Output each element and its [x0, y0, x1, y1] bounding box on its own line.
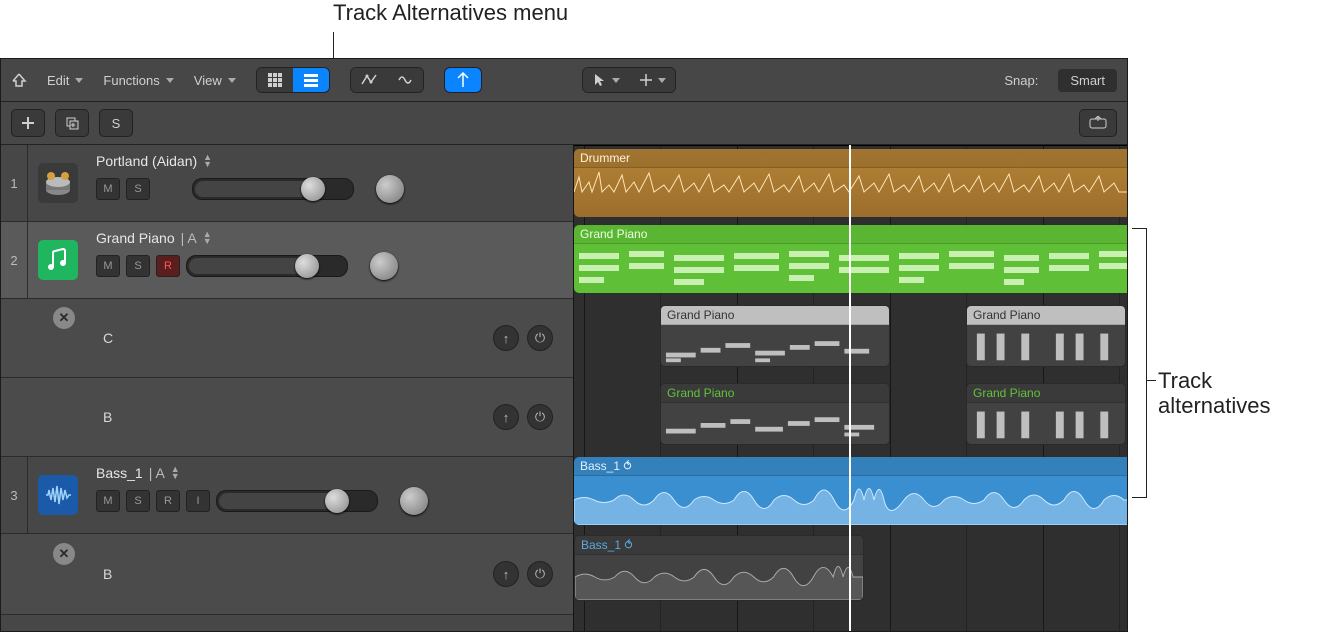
loop-icon: ⥀ — [623, 459, 631, 473]
record-button[interactable]: R — [156, 490, 180, 512]
annotation-bracket — [1132, 228, 1147, 498]
mute-button[interactable]: M — [96, 178, 120, 200]
track-header-1[interactable]: 1 Portland (Aidan) ▲▼ M S — [1, 145, 573, 222]
close-alternatives-button[interactable]: ✕ — [53, 543, 75, 565]
track-number: 2 — [1, 222, 28, 298]
region-title: Grand Piano — [661, 384, 889, 403]
functions-menu[interactable]: Functions — [103, 73, 173, 88]
region-grand-piano-b-1[interactable]: Grand Piano — [660, 383, 890, 445]
updown-icon: ▲▼ — [203, 154, 212, 168]
view-mode-group — [256, 67, 330, 93]
back-button[interactable] — [11, 72, 27, 88]
grid-view-icon[interactable] — [257, 68, 293, 92]
power-alt-button[interactable]: ⏻ — [527, 561, 553, 587]
playhead[interactable] — [849, 145, 851, 632]
edit-menu[interactable]: Edit — [47, 73, 83, 88]
track-alternatives-menu[interactable]: Grand Piano | A ▲▼ — [96, 230, 565, 246]
alt-name: B — [103, 566, 112, 582]
promote-alt-button[interactable]: ↑ — [493, 404, 519, 430]
annotation-top: Track Alternatives menu — [333, 0, 568, 26]
track-alternatives-menu[interactable]: Portland (Aidan) ▲▼ — [96, 153, 565, 169]
power-alt-button[interactable]: ⏻ — [527, 325, 553, 351]
track-alternatives-menu[interactable]: Bass_1 | A ▲▼ — [96, 465, 565, 481]
promote-alt-button[interactable]: ↑ — [493, 561, 519, 587]
collapse-headers-button[interactable] — [1079, 109, 1117, 137]
view-menu[interactable]: View — [194, 73, 236, 88]
volume-slider[interactable] — [186, 255, 348, 277]
solo-button[interactable]: S — [126, 178, 150, 200]
track-number: 1 — [1, 145, 28, 221]
drums-icon — [38, 163, 78, 203]
region-grand-piano-c-2[interactable]: Grand Piano — [966, 305, 1126, 367]
snap-label: Snap: — [1004, 73, 1038, 88]
mute-button[interactable]: M — [96, 255, 120, 277]
promote-alt-button[interactable]: ↑ — [493, 325, 519, 351]
alt-name: C — [103, 330, 113, 346]
list-view-icon[interactable] — [293, 68, 329, 92]
audio-icon — [38, 475, 78, 515]
region-grand-piano-c-1[interactable]: Grand Piano — [660, 305, 890, 367]
catch-playhead-icon[interactable] — [444, 67, 482, 93]
region-title: Bass_1 ⥀ — [575, 536, 863, 555]
track-headers: 1 Portland (Aidan) ▲▼ M S — [1, 145, 574, 632]
automation-icon[interactable] — [351, 68, 387, 92]
duplicate-track-button[interactable] — [55, 109, 89, 137]
pointer-tool-icon[interactable] — [583, 68, 629, 92]
region-title: Grand Piano — [661, 306, 889, 325]
pan-knob[interactable] — [370, 252, 398, 280]
region-bass-b[interactable]: Bass_1 ⥀ — [574, 535, 864, 601]
close-alternatives-button[interactable]: ✕ — [53, 307, 75, 329]
power-alt-button[interactable]: ⏻ — [527, 404, 553, 430]
track-header-3[interactable]: 3 Bass_1 | A ▲▼ M — [1, 457, 573, 534]
flex-icon[interactable] — [387, 68, 423, 92]
add-track-button[interactable] — [11, 109, 45, 137]
tool-group — [582, 67, 676, 93]
input-monitor-button[interactable]: I — [186, 490, 210, 512]
track-number: 3 — [1, 457, 28, 533]
record-button[interactable]: R — [156, 255, 180, 277]
toolbar: Edit Functions View — [1, 59, 1127, 102]
annotation-right: Track alternatives — [1158, 368, 1271, 419]
loop-icon: ⥀ — [624, 538, 632, 552]
solo-button[interactable]: S — [126, 255, 150, 277]
updown-icon: ▲▼ — [203, 231, 212, 245]
track-header-2[interactable]: 2 Grand Piano | A ▲▼ M — [1, 222, 573, 299]
alt-header-b[interactable]: B ↑ ⏻ — [1, 378, 573, 457]
volume-slider[interactable] — [192, 178, 354, 200]
mute-button[interactable]: M — [96, 490, 120, 512]
solo-button[interactable]: S — [126, 490, 150, 512]
pan-knob[interactable] — [400, 487, 428, 515]
region-title: Grand Piano — [967, 306, 1125, 325]
snap-dropdown[interactable]: Smart — [1058, 69, 1117, 92]
automation-group — [350, 67, 424, 93]
updown-icon: ▲▼ — [171, 466, 180, 480]
pan-knob[interactable] — [376, 175, 404, 203]
global-solo-button[interactable]: S — [99, 109, 133, 137]
secondary-tool-icon[interactable] — [629, 68, 675, 92]
midi-icon — [38, 240, 78, 280]
arrange-area[interactable]: 1 3 5 7 — [574, 145, 1127, 632]
region-title: Grand Piano — [967, 384, 1125, 403]
track-header-bar: S — [1, 102, 1127, 145]
region-grand-piano-b-2[interactable]: Grand Piano — [966, 383, 1126, 445]
alt-name: B — [103, 409, 112, 425]
alt-header-c[interactable]: ✕ C ↑ ⏻ — [1, 299, 573, 378]
volume-slider[interactable] — [216, 490, 378, 512]
alt-header-bass-b[interactable]: ✕ B ↑ ⏻ — [1, 534, 573, 615]
daw-window: Edit Functions View — [0, 58, 1128, 632]
